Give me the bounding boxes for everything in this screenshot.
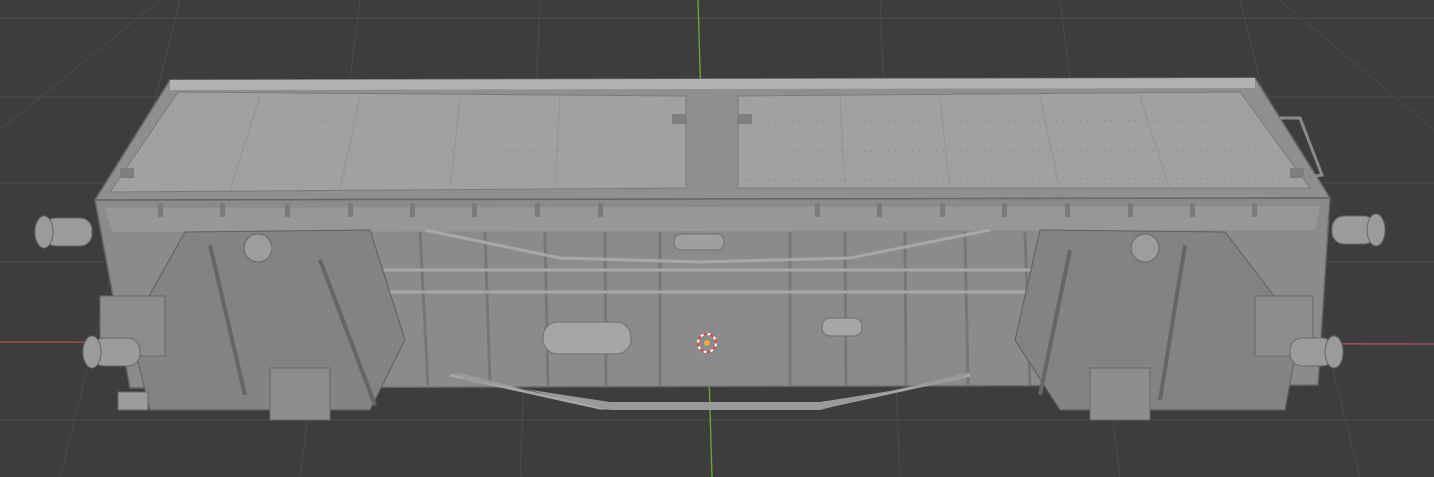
- 3d-viewport[interactable]: [0, 0, 1434, 477]
- wagon-roof: [93, 77, 1332, 201]
- wagon-model[interactable]: [34, 77, 1386, 421]
